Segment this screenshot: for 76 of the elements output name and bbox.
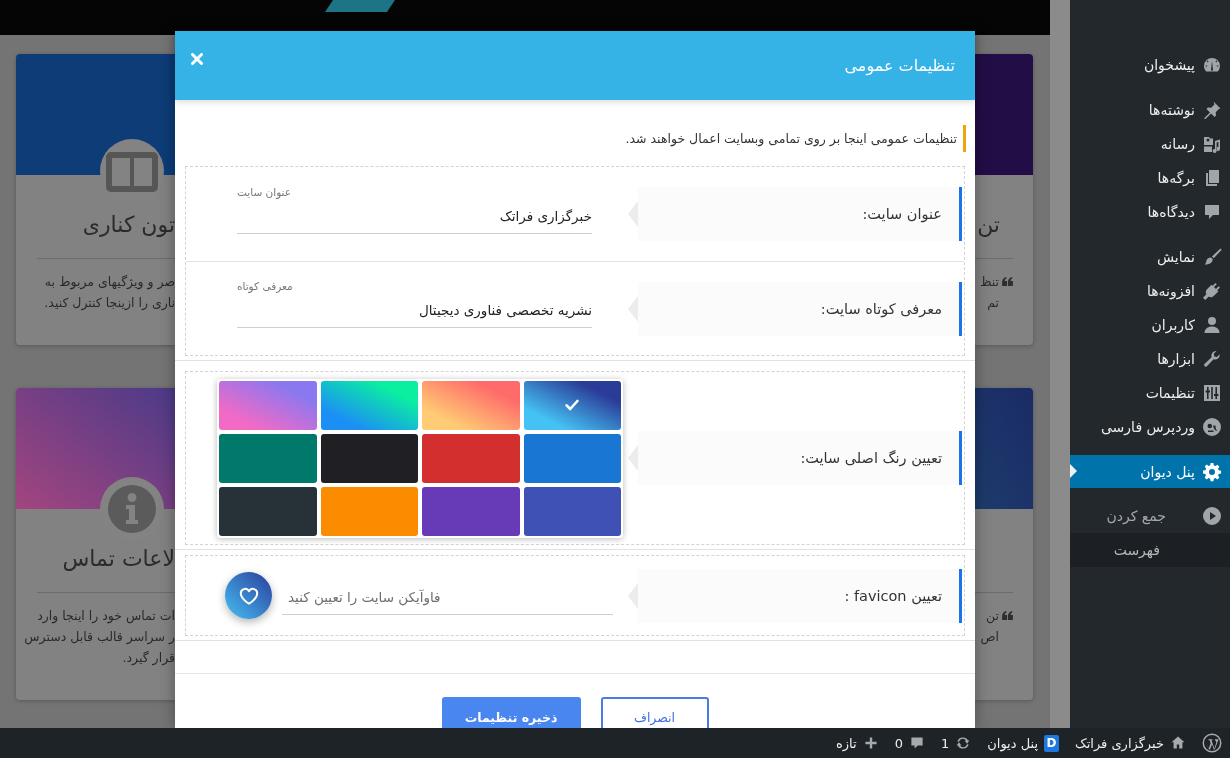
circle-logo-icon	[1202, 417, 1222, 437]
color-swatch[interactable]	[422, 433, 520, 483]
text-field[interactable]: معرفی کوتاه نشریه تخصصی فناوری دیجیتال	[237, 279, 592, 328]
setting-label: معرفی کوتاه سایت:	[638, 281, 962, 336]
card-text: تنظ تم	[979, 273, 999, 312]
field-label: عنوان سایت	[237, 184, 292, 199]
card-text: ات تماس خود را اینجا وارد ر سراسر قالب قابل دسترس قرار گیرد.	[23, 607, 175, 668]
media-icon	[1202, 134, 1222, 154]
color-swatch[interactable]	[422, 380, 520, 430]
header-shape	[325, 0, 395, 12]
comment-icon	[908, 735, 925, 751]
card-text: صر و ویژگیهای مربوط به ناری را ازینجا کنترل کنید.	[43, 273, 175, 313]
new-content-link[interactable]: تازه	[828, 728, 887, 758]
color-swatch[interactable]	[219, 433, 317, 483]
menu-item[interactable]: افزونه‌ها	[1070, 274, 1230, 308]
logo-icon	[1202, 733, 1222, 753]
menu-item[interactable]: پنل دیوان	[1070, 455, 1230, 488]
collapse-button[interactable]: جمع کردن	[1070, 499, 1230, 533]
setting-label: عنوان سایت:	[638, 187, 962, 241]
menu-item[interactable]: پیشخوان	[1070, 48, 1230, 82]
menu-item[interactable]: کاربران	[1070, 308, 1230, 342]
site-link[interactable]: خبرگزاری فراتک	[1067, 728, 1194, 758]
dialog-title: تنظیمات عمومی	[844, 56, 955, 75]
close-button[interactable]	[189, 51, 205, 67]
updates-link[interactable]: 1	[932, 728, 980, 758]
menu-item[interactable]: رسانه	[1070, 127, 1230, 161]
save-button[interactable]: ذخیره تنظیمات	[441, 697, 581, 728]
color-swatch[interactable]	[422, 486, 520, 536]
menu-item[interactable]: ابزارها	[1070, 342, 1230, 376]
color-swatch[interactable]	[320, 380, 418, 430]
comments-link[interactable]: 0	[886, 728, 933, 758]
quote-icon	[1002, 611, 1013, 620]
home-icon	[1170, 735, 1186, 751]
cancel-button[interactable]: انصراف	[600, 697, 709, 728]
user-icon	[1202, 315, 1222, 335]
pointer-icon	[1070, 464, 1077, 478]
heart-icon	[237, 585, 260, 606]
menu-item[interactable]: تنظیمات	[1070, 376, 1230, 410]
menu-item[interactable]: نمایش	[1070, 240, 1230, 274]
setting-label: تعیین favicon :	[638, 568, 962, 623]
color-swatch[interactable]	[523, 380, 621, 430]
text-field[interactable]: فاوآیکن سایت را تعیین کنید	[282, 580, 613, 615]
notice-text: تنظیمات عمومی اینجا بر روی تمامی وبسایت اعمال خواهند شد.	[175, 125, 966, 152]
menu-item[interactable]: وردپرس فارسی	[1070, 410, 1230, 444]
app-logo: D	[1044, 734, 1060, 752]
wrench-icon	[1202, 349, 1222, 369]
text-field[interactable]: عنوان سایت خبرگزاری فراتک	[237, 184, 592, 234]
upload-button[interactable]	[225, 572, 272, 619]
setting-label: تعیین رنگ اصلی سایت:	[638, 431, 962, 485]
color-swatch[interactable]	[523, 486, 621, 536]
menu-item[interactable]: برگه‌ها	[1070, 161, 1230, 195]
refresh-icon	[955, 735, 972, 751]
card-title: تن	[976, 211, 1001, 239]
pin-icon	[1202, 100, 1222, 120]
menu-caption: فهرست	[1070, 533, 1230, 567]
plus-icon	[862, 735, 879, 751]
menu-item[interactable]: دیدگاه‌ها	[1070, 195, 1230, 229]
color-swatch[interactable]	[320, 433, 418, 483]
plug-icon	[1202, 281, 1222, 301]
close-icon	[191, 53, 203, 65]
check-icon	[565, 399, 580, 411]
menu-item[interactable]: نوشته‌ها	[1070, 93, 1230, 127]
card-title: لاعات تماس	[61, 545, 175, 573]
color-swatch[interactable]	[320, 486, 418, 536]
comment-icon	[1202, 202, 1222, 222]
color-swatch[interactable]	[219, 486, 317, 536]
field-label: معرفی کوتاه	[237, 279, 293, 293]
card-text: تن اص	[980, 607, 999, 647]
brush-icon	[1202, 247, 1222, 267]
color-swatch[interactable]	[219, 380, 317, 430]
gear-icon	[1202, 461, 1222, 482]
gauge-icon	[1202, 55, 1222, 75]
color-swatch[interactable]	[523, 433, 621, 483]
card-title: تون کناری	[81, 211, 175, 239]
quote-icon	[1002, 277, 1013, 286]
sliders-icon	[1202, 383, 1222, 403]
